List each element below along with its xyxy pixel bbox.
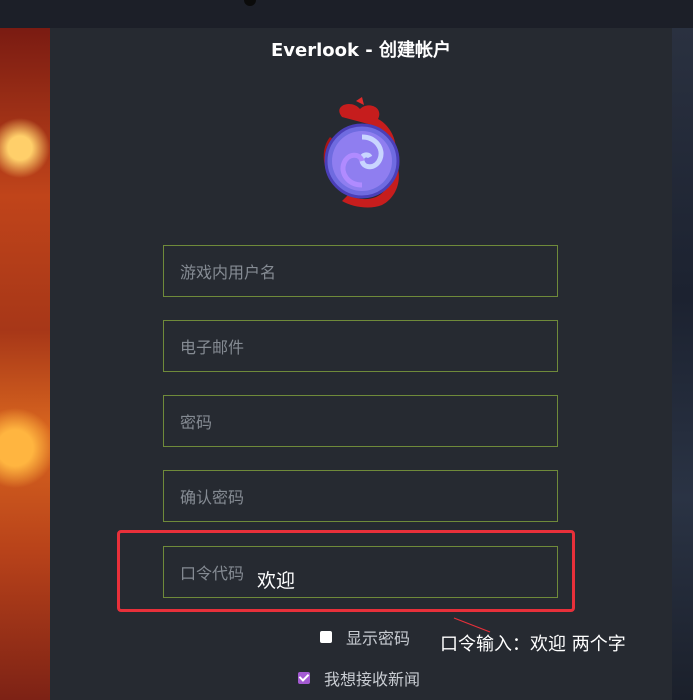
username-field[interactable]: 游戏内用户名	[163, 245, 558, 297]
show-password-label: 显示密码	[346, 629, 411, 648]
annotation-highlight-box	[117, 530, 575, 612]
show-password-checkbox[interactable]	[320, 631, 332, 643]
newsletter-label: 我想接收新闻	[324, 670, 421, 689]
cursor-mark	[244, 0, 256, 6]
password-field[interactable]: 密码	[163, 395, 558, 447]
annotation-note: 口令输入：欢迎 两个字	[440, 634, 626, 655]
email-placeholder: 电子邮件	[180, 338, 245, 357]
dragon-logo-icon	[323, 97, 400, 208]
newsletter-row[interactable]: 我想接收新闻	[298, 666, 420, 690]
top-bar	[0, 0, 693, 28]
confirm-password-field[interactable]: 确认密码	[163, 470, 558, 522]
confirm-password-placeholder: 确认密码	[180, 488, 245, 507]
background-art-left	[0, 28, 50, 700]
show-password-row[interactable]: 显示密码	[320, 625, 410, 649]
page-title: Everlook - 创建帐户	[271, 40, 451, 61]
email-field[interactable]: 电子邮件	[163, 320, 558, 372]
passcode-annotation-value: 欢迎	[257, 570, 296, 592]
newsletter-checkbox[interactable]	[298, 672, 310, 684]
username-placeholder: 游戏内用户名	[180, 263, 277, 282]
password-placeholder: 密码	[180, 413, 213, 432]
background-art-right	[672, 28, 693, 700]
